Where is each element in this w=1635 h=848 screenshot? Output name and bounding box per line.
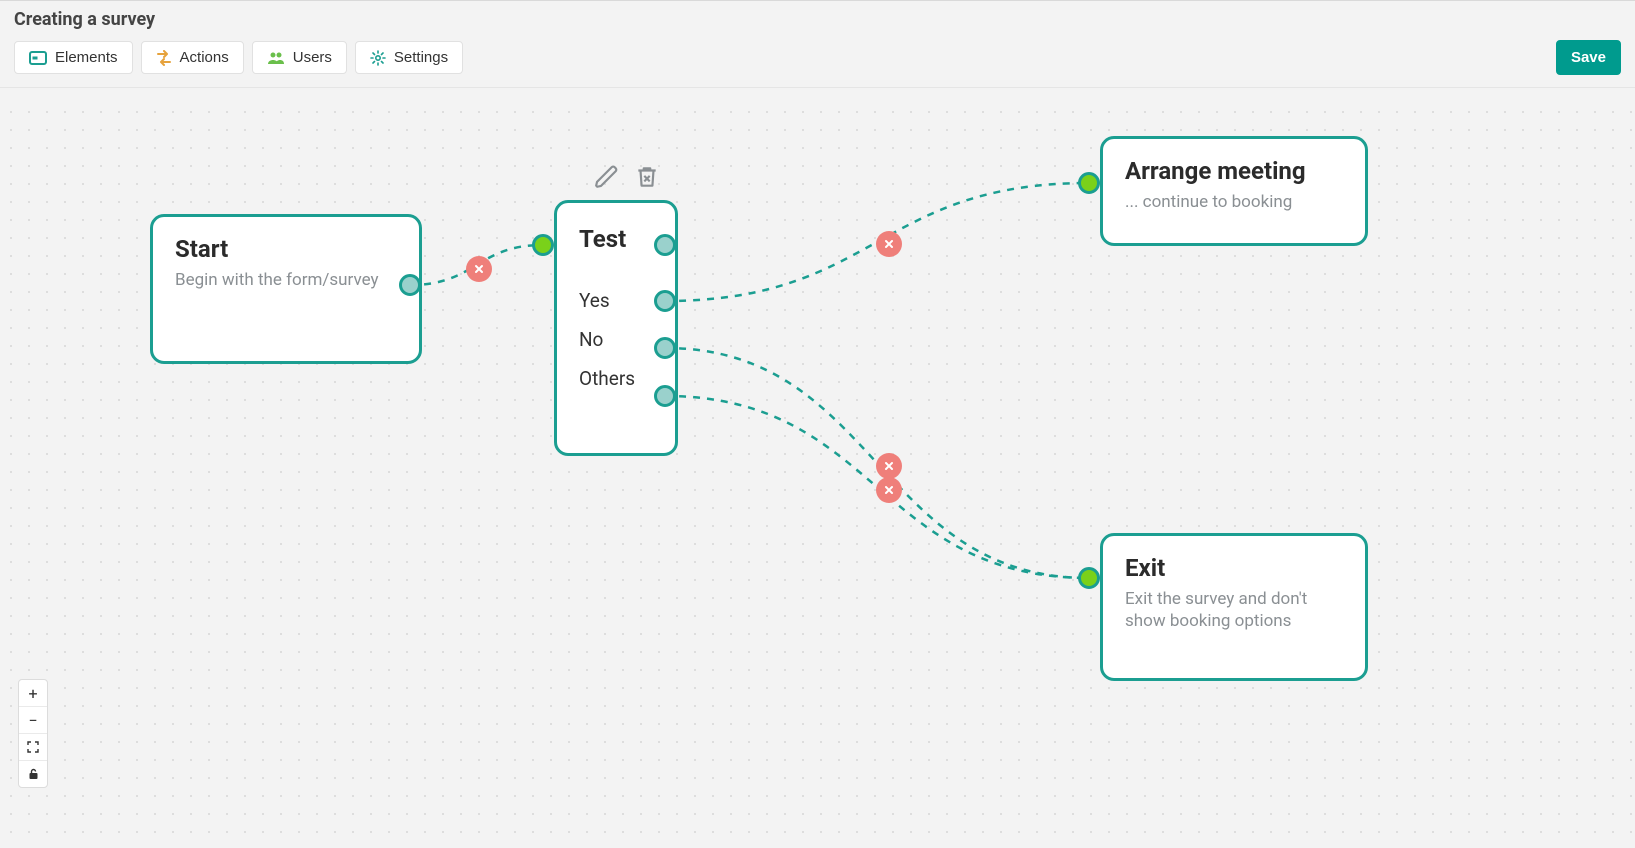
- port-meeting_in[interactable]: [1078, 172, 1100, 194]
- toolbar: Elements Actions Users Settings Save: [0, 34, 1635, 88]
- gear-icon: [370, 50, 386, 66]
- edge-delete-button[interactable]: [876, 453, 902, 479]
- settings-button[interactable]: Settings: [355, 41, 463, 74]
- lock-button[interactable]: [19, 760, 47, 787]
- users-button[interactable]: Users: [252, 41, 347, 74]
- settings-label: Settings: [394, 49, 448, 66]
- port-start_out[interactable]: [399, 274, 421, 296]
- zoom-controls: + −: [18, 679, 48, 788]
- node-exit[interactable]: Exit Exit the survey and don't show booki…: [1100, 533, 1368, 681]
- node-controls: [594, 164, 660, 194]
- page-title: Creating a survey: [0, 1, 1635, 34]
- edge-delete-button[interactable]: [876, 231, 902, 257]
- close-icon: [884, 239, 894, 249]
- zoom-out-button[interactable]: −: [19, 706, 47, 733]
- port-test_no[interactable]: [654, 337, 676, 359]
- node-option[interactable]: Others: [579, 359, 653, 398]
- trash-icon[interactable]: [634, 164, 660, 194]
- port-test_oth[interactable]: [654, 385, 676, 407]
- edit-icon[interactable]: [594, 164, 620, 194]
- lock-icon: [28, 765, 39, 784]
- node-subtitle: Exit the survey and don't show booking o…: [1125, 588, 1343, 632]
- flow-canvas[interactable]: Start Begin with the form/survey Test YesNo…: [0, 101, 1635, 848]
- node-title: Start: [175, 235, 397, 263]
- actions-button[interactable]: Actions: [141, 41, 244, 74]
- node-title: Arrange meeting: [1125, 157, 1343, 185]
- port-exit_in[interactable]: [1078, 567, 1100, 589]
- close-icon: [884, 461, 894, 471]
- port-test_yes[interactable]: [654, 290, 676, 312]
- elements-icon: [29, 51, 47, 65]
- port-test_h[interactable]: [654, 234, 676, 256]
- edge-delete-button[interactable]: [466, 256, 492, 282]
- expand-icon: [27, 738, 39, 757]
- zoom-in-button[interactable]: +: [19, 680, 47, 706]
- node-option[interactable]: Yes: [579, 281, 653, 320]
- node-subtitle: ... continue to booking: [1125, 191, 1343, 213]
- edge-delete-button[interactable]: [876, 477, 902, 503]
- node-option[interactable]: No: [579, 320, 653, 359]
- port-test_in[interactable]: [532, 234, 554, 256]
- save-button[interactable]: Save: [1556, 40, 1621, 75]
- actions-icon: [156, 50, 172, 66]
- node-subtitle: Begin with the form/survey: [175, 269, 397, 291]
- elements-button[interactable]: Elements: [14, 41, 133, 74]
- node-start[interactable]: Start Begin with the form/survey: [150, 214, 422, 364]
- elements-label: Elements: [55, 49, 118, 66]
- close-icon: [474, 264, 484, 274]
- actions-label: Actions: [180, 49, 229, 66]
- plus-icon: +: [28, 684, 37, 703]
- node-title: Test: [579, 225, 653, 253]
- fit-button[interactable]: [19, 733, 47, 760]
- close-icon: [884, 485, 894, 495]
- users-icon: [267, 51, 285, 65]
- users-label: Users: [293, 49, 332, 66]
- node-meeting[interactable]: Arrange meeting ... continue to booking: [1100, 136, 1368, 246]
- minus-icon: −: [28, 711, 37, 730]
- node-title: Exit: [1125, 554, 1343, 582]
